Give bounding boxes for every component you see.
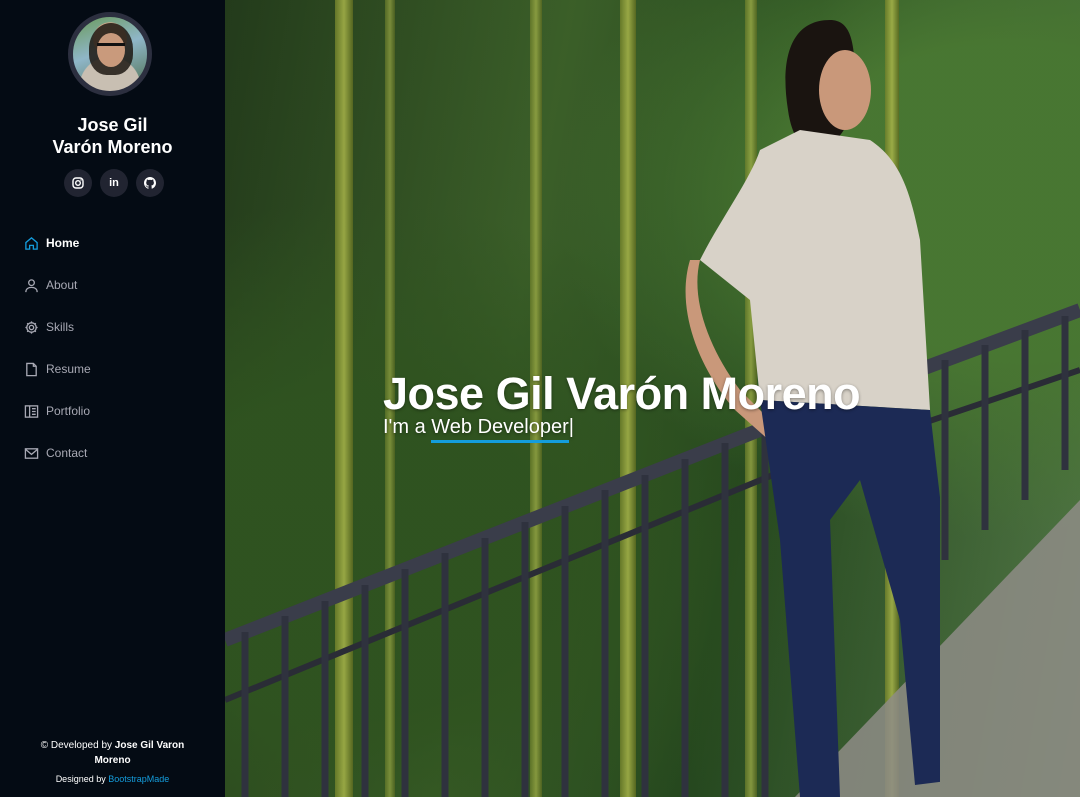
linkedin-icon[interactable]: in xyxy=(100,169,128,197)
nav-item-portfolio[interactable]: Portfolio xyxy=(0,390,225,432)
gear-icon xyxy=(23,319,39,335)
credits: Designed by BootstrapMade xyxy=(0,772,225,787)
home-icon xyxy=(23,235,39,251)
nav-item-label: Skills xyxy=(46,320,75,334)
typed-cursor: | xyxy=(568,416,574,438)
person-icon xyxy=(23,277,39,293)
nav-item-home[interactable]: Home xyxy=(0,222,225,264)
profile-name-line2[interactable]: Varón Moreno xyxy=(0,136,225,158)
nav-item-about[interactable]: About xyxy=(0,264,225,306)
file-icon xyxy=(23,361,39,377)
social-links: in xyxy=(64,169,164,197)
copyright: © Developed by Jose Gil Varon Moreno xyxy=(0,738,225,768)
instagram-icon[interactable] xyxy=(64,169,92,197)
nav-item-label: About xyxy=(46,278,78,292)
subtitle-prefix: I'm a xyxy=(383,416,426,438)
hero-section: Jose Gil Varón Moreno I'm a Web Develope… xyxy=(225,0,1080,797)
sidebar: Jose Gil Varón Moreno in Home About Skil… xyxy=(0,0,225,797)
nav-item-label: Portfolio xyxy=(46,404,91,418)
main-nav: Home About Skills Resume Portfolio Conta… xyxy=(0,222,225,474)
book-icon xyxy=(23,403,39,419)
typed-text: Web Developer xyxy=(431,416,569,443)
credits-prefix: Designed by xyxy=(55,774,106,784)
hero-subtitle: I'm a Web Developer| xyxy=(383,416,574,443)
nav-item-skills[interactable]: Skills xyxy=(0,306,225,348)
nav-item-label: Contact xyxy=(46,446,88,460)
hero-title: Jose Gil Varón Moreno xyxy=(383,368,861,420)
nav-item-resume[interactable]: Resume xyxy=(0,348,225,390)
profile-name[interactable]: Jose Gil Varón Moreno xyxy=(0,114,225,158)
github-icon[interactable] xyxy=(136,169,164,197)
copyright-prefix: © Developed by xyxy=(40,740,113,751)
nav-item-contact[interactable]: Contact xyxy=(0,432,225,474)
nav-item-label: Home xyxy=(46,236,80,250)
nav-item-label: Resume xyxy=(46,362,91,376)
sidebar-footer: © Developed by Jose Gil Varon Moreno Des… xyxy=(0,738,225,787)
bootstrapmade-link[interactable]: BootstrapMade xyxy=(108,774,169,784)
envelope-icon xyxy=(23,445,39,461)
profile-name-line1[interactable]: Jose Gil xyxy=(0,114,225,136)
profile-avatar xyxy=(68,12,152,96)
